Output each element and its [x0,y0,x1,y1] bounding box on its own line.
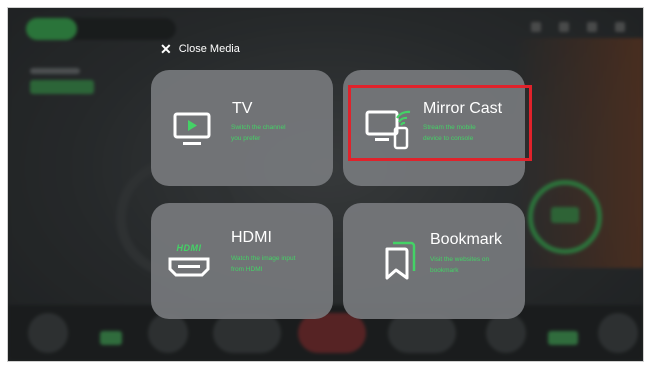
tv-title: TV [232,100,253,117]
mirror-cast-highlight-box [348,85,532,161]
console-screen: ✕ Close Media TV Switch the channel you … [8,8,643,361]
close-icon: ✕ [160,41,172,57]
tv-card[interactable]: TV Switch the channel you prefer [151,70,333,186]
tv-description: Switch the channel you prefer [231,124,286,142]
hdmi-title: HDMI [231,229,272,246]
bookmark-card[interactable]: Bookmark Visit the websites on bookmark [343,203,525,319]
hdmi-description: Watch the image input from HDMI [231,255,296,273]
hdmi-icon: HDMI [167,243,211,283]
bookmark-title: Bookmark [430,231,503,248]
tv-play-icon [173,112,211,153]
bookmark-icon [383,239,417,286]
hdmi-card[interactable]: HDMI HDMI Watch the image input from HDM… [151,203,333,319]
bookmark-description: Visit the websites on bookmark [430,256,490,274]
close-media-label: Close Media [178,43,240,55]
hdmi-badge: HDMI [176,243,202,253]
close-media-button[interactable]: ✕ Close Media [160,41,240,57]
